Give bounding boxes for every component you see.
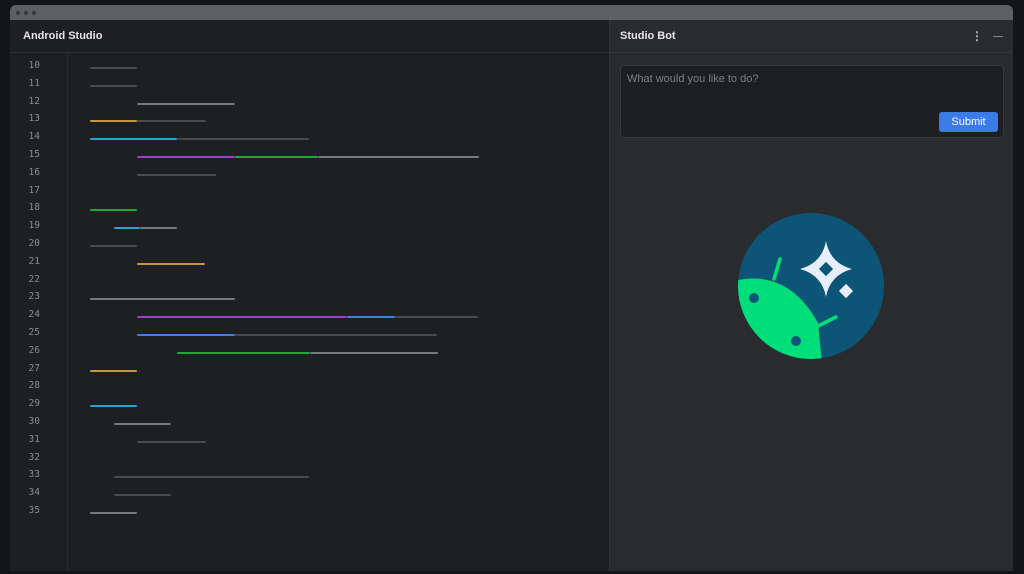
code-token-placeholder <box>137 103 235 105</box>
window-control-dot[interactable] <box>32 11 36 15</box>
code-token-placeholder <box>90 85 137 87</box>
studio-bot-title: Studio Bot <box>620 30 676 42</box>
code-token-placeholder <box>310 352 438 354</box>
code-token-placeholder <box>140 227 177 229</box>
code-token-placeholder <box>90 209 137 211</box>
code-token-placeholder <box>137 120 206 122</box>
code-token-placeholder <box>137 156 235 158</box>
window-control-dot[interactable] <box>24 11 28 15</box>
prompt-box: Submit <box>620 65 1004 138</box>
code-token-placeholder <box>90 405 137 407</box>
code-token-placeholder <box>114 423 171 425</box>
window-control-dot[interactable] <box>16 11 20 15</box>
app-window: Android Studio 1011121314151617181920212… <box>10 5 1013 571</box>
minimize-icon[interactable] <box>993 36 1003 37</box>
code-token-placeholder <box>395 316 478 318</box>
code-token-placeholder <box>137 174 216 176</box>
studio-bot-panel: Studio Bot ⋮ Submit <box>609 20 1013 571</box>
code-token-placeholder <box>90 138 177 140</box>
code-editor-panel: Android Studio 1011121314151617181920212… <box>10 20 609 571</box>
code-token-placeholder <box>90 370 137 372</box>
code-token-placeholder <box>235 334 437 336</box>
code-token-placeholder <box>137 334 235 336</box>
code-token-placeholder <box>90 67 137 69</box>
code-token-placeholder <box>114 494 171 496</box>
submit-button[interactable]: Submit <box>939 112 998 132</box>
code-token-placeholder <box>114 476 309 478</box>
code-token-placeholder <box>114 227 140 229</box>
code-token-placeholder <box>177 138 309 140</box>
code-token-placeholder <box>90 120 137 122</box>
window-titlebar <box>10 5 1013 20</box>
code-token-placeholder <box>347 316 395 318</box>
code-token-placeholder <box>235 156 318 158</box>
code-token-placeholder <box>90 512 137 514</box>
code-token-placeholder <box>90 245 137 247</box>
studio-bot-logo-icon <box>738 213 884 359</box>
more-options-icon[interactable]: ⋮ <box>971 29 983 43</box>
code-token-placeholder <box>137 263 205 265</box>
code-token-placeholder <box>137 441 206 443</box>
code-token-placeholder <box>318 156 479 158</box>
code-token-placeholder <box>177 352 310 354</box>
code-token-placeholder <box>137 316 347 318</box>
code-area[interactable] <box>10 20 609 571</box>
code-token-placeholder <box>90 298 235 300</box>
